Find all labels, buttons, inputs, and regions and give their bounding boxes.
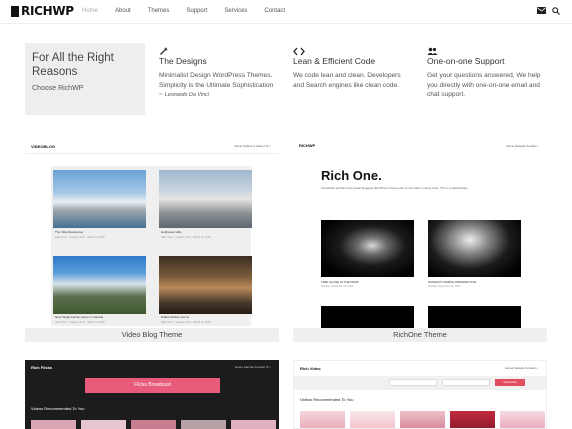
video-thumbnail[interactable] bbox=[500, 411, 545, 428]
post-title[interactable]: TIME ALONE IN THE DARK bbox=[321, 280, 359, 284]
post-thumbnail[interactable] bbox=[159, 256, 252, 314]
site-header: RICHWP Home About Themes Support Service… bbox=[0, 0, 572, 24]
intro-box: For All the Right Reasons Choose RichWP bbox=[25, 43, 145, 115]
quote-author: Leonardo Da Vinci bbox=[164, 92, 209, 98]
main-nav: Home About Themes Support Services Conta… bbox=[82, 7, 302, 15]
post-thumbnail[interactable] bbox=[159, 170, 252, 228]
preview-section-title: Videos Recommended To You bbox=[31, 406, 85, 411]
feature-designs: The Designs Minimalist Design WordPress … bbox=[159, 43, 279, 101]
post-title[interactable]: WOMAN'S SIMPLE PERSPECTIVE bbox=[428, 280, 476, 284]
users-icon bbox=[427, 43, 547, 55]
preview-header: VIDEOBLOG Home Submit a Video f ✉ ⌕ bbox=[25, 138, 279, 154]
post-title[interactable]: The Villa Residences bbox=[55, 230, 83, 234]
preview-nav: Home Sample Contact ⌕ bbox=[506, 144, 539, 148]
preview-brand: VIDEOBLOG bbox=[31, 144, 56, 149]
video-thumbnail[interactable] bbox=[400, 411, 445, 428]
theme-card-videoblog[interactable]: VIDEOBLOG Home Submit a Video f ✉ ⌕ The … bbox=[25, 138, 279, 342]
feature-title: The Designs bbox=[159, 56, 207, 66]
post-thumbnail[interactable] bbox=[53, 170, 146, 228]
preview-hero-sub: A beautiful portfolio and visual bloggin… bbox=[321, 186, 469, 190]
post-meta: Monday, November 23, 2015 bbox=[321, 285, 354, 288]
preview-subscribe-button[interactable]: Subscribe bbox=[495, 379, 525, 386]
video-thumbnail[interactable] bbox=[450, 411, 495, 428]
theme-preview: Rich Flicks Home Sample Contact ✉ ⌕ Flic… bbox=[25, 360, 279, 429]
post-thumbnail[interactable] bbox=[321, 220, 414, 277]
brush-icon bbox=[159, 43, 279, 55]
theme-preview: Rich Video Home Sample Contact ⌕ Subscri… bbox=[294, 361, 546, 428]
nav-support[interactable]: Support bbox=[186, 7, 207, 15]
post-thumbnail[interactable] bbox=[53, 256, 146, 314]
video-thumbnail[interactable] bbox=[31, 420, 76, 429]
video-thumbnail[interactable] bbox=[131, 420, 176, 429]
post-title[interactable]: New Single Family Home in Canada bbox=[55, 315, 103, 319]
post-title[interactable]: Hollywood Hills bbox=[161, 230, 181, 234]
post-meta: Sally Hurst · Category First · March 16,… bbox=[55, 321, 105, 324]
video-thumbnail[interactable] bbox=[300, 411, 345, 428]
feature-code: Lean & Efficient Code We code lean and c… bbox=[293, 43, 413, 90]
theme-preview: VIDEOBLOG Home Submit a Video f ✉ ⌕ The … bbox=[25, 138, 279, 328]
feature-desc: We code lean and clean. Developers and S… bbox=[293, 72, 401, 89]
feature-desc: Get your questions answered, We help you… bbox=[427, 72, 541, 98]
choose-richwp-link[interactable]: Choose RichWP bbox=[32, 85, 138, 92]
preview-input[interactable] bbox=[389, 379, 437, 386]
preview-banner[interactable]: Flicks Broadcast bbox=[85, 378, 220, 393]
post-title[interactable]: Dallas Modern Home bbox=[161, 315, 189, 319]
nav-services[interactable]: Services bbox=[224, 7, 247, 15]
preview-nav: Home Submit a Video f ✉ ⌕ bbox=[234, 144, 271, 148]
video-thumbnail[interactable] bbox=[181, 420, 226, 429]
preview-nav: Home Sample Contact ✉ ⌕ bbox=[234, 365, 271, 369]
code-icon bbox=[293, 43, 413, 56]
logo-text: RICHWP bbox=[21, 4, 74, 18]
theme-preview: RICHWP Home Sample Contact ⌕ Rich One. A… bbox=[293, 138, 547, 328]
video-thumbnail[interactable] bbox=[81, 420, 126, 429]
theme-caption[interactable]: Video Blog Theme bbox=[25, 328, 279, 342]
theme-card-richvideo[interactable]: Rich Video Home Sample Contact ⌕ Subscri… bbox=[293, 360, 547, 429]
nav-about[interactable]: About bbox=[115, 7, 131, 15]
logo[interactable]: RICHWP bbox=[11, 5, 74, 18]
intro-headline: For All the Right Reasons bbox=[32, 52, 114, 78]
feature-title: One-on-one Support bbox=[427, 56, 505, 66]
mail-icon[interactable] bbox=[537, 7, 546, 14]
post-thumbnail[interactable] bbox=[428, 220, 521, 277]
video-thumbnail[interactable] bbox=[231, 420, 276, 429]
nav-home[interactable]: Home bbox=[82, 7, 98, 15]
post-thumbnail[interactable] bbox=[321, 306, 414, 328]
search-icon[interactable] bbox=[552, 7, 560, 15]
preview-brand: Rich Video bbox=[300, 366, 321, 371]
logo-mark bbox=[11, 6, 19, 17]
preview-nav: Home Sample Contact ⌕ bbox=[505, 366, 538, 370]
video-thumbnail[interactable] bbox=[350, 411, 395, 428]
theme-card-richflicks[interactable]: Rich Flicks Home Sample Contact ✉ ⌕ Flic… bbox=[25, 360, 279, 429]
theme-caption[interactable]: RichOne Theme bbox=[293, 328, 547, 342]
post-meta: Sally Hurst · Category First · March 16,… bbox=[161, 236, 211, 239]
post-meta: Monday, November 23, 2015 bbox=[428, 285, 461, 288]
preview-brand: Rich Flicks bbox=[31, 365, 53, 370]
preview-brand: RICHWP bbox=[299, 143, 316, 148]
preview-hero-title: Rich One. bbox=[321, 168, 382, 183]
preview-input[interactable] bbox=[442, 379, 490, 386]
nav-contact[interactable]: Contact bbox=[264, 7, 285, 15]
nav-themes[interactable]: Themes bbox=[148, 7, 170, 15]
feature-title: Lean & Efficient Code bbox=[293, 56, 376, 66]
post-meta: Sally Hurst · Category First · March 16,… bbox=[55, 236, 105, 239]
feature-desc: Minimalist Design WordPress Themes. Simp… bbox=[159, 72, 274, 98]
theme-card-richone[interactable]: RICHWP Home Sample Contact ⌕ Rich One. A… bbox=[293, 138, 547, 342]
preview-section-title: Videos Recommended To You bbox=[300, 397, 354, 402]
post-thumbnail[interactable] bbox=[428, 306, 521, 328]
feature-support: One-on-one Support Get your questions an… bbox=[427, 43, 547, 100]
post-meta: Sally Hurst · Category First · March 16,… bbox=[161, 321, 211, 324]
header-icons bbox=[537, 7, 560, 15]
